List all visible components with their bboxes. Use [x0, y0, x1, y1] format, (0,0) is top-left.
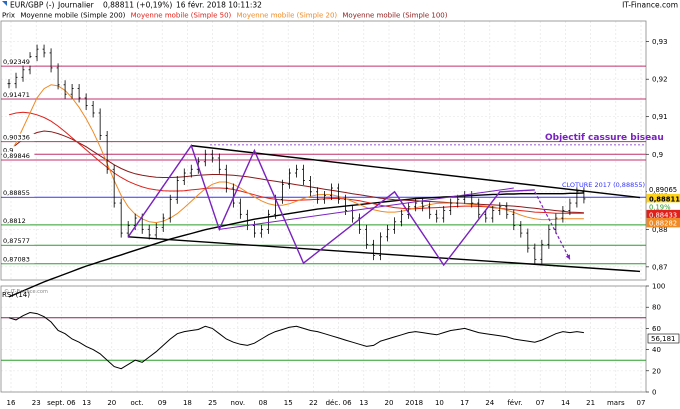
rsi-y-tick-label: 60 — [652, 325, 661, 333]
rsi-y-tick-label: 80 — [652, 304, 661, 312]
eurgbp-chart: 0,92349 0,91471 0,90336 0,9 0,89846 0,88855 0,… — [0, 0, 680, 409]
value-label: 0,88282 — [649, 219, 677, 227]
header-datetime: 16 févr. 2018 10:11:32 — [176, 1, 262, 10]
y-tick-label: 0,91 — [652, 113, 668, 121]
y-tick-label: 0,93 — [652, 38, 668, 46]
value-label: 0,89065 — [649, 186, 677, 194]
x-tick-label: 2018 — [405, 399, 423, 407]
rsi-value-label: 56,181 — [651, 335, 676, 343]
legend-prix: Prix — [2, 12, 15, 20]
rsi-y-tick-label: 20 — [652, 367, 661, 375]
x-tick-label: 15 — [284, 399, 293, 407]
level-label: 0,87083 — [3, 256, 30, 264]
x-tick-label: 23 — [32, 399, 41, 407]
x-tick-label: 17 — [460, 399, 469, 407]
x-tick-label: oct. — [130, 399, 143, 407]
legend-row: Prix Moyenne mobile (Simple 200) Moyenne… — [2, 12, 448, 20]
x-tick-label: nov. — [231, 399, 246, 407]
header-brand: IT-Finance.com — [622, 1, 678, 10]
x-tick-label: 14 — [561, 399, 570, 407]
x-tick-label: 22 — [309, 399, 318, 407]
x-tick-label: 09 — [158, 399, 167, 407]
right-value-labels: 0,890650,888110,19%0,884330,88282 — [646, 184, 680, 228]
x-tick-label: 13 — [82, 399, 91, 407]
legend-sma20: Moyenne mobile (Simple 20) — [237, 12, 338, 20]
x-tick-label: 08 — [259, 399, 268, 407]
x-tick-label: 07 — [536, 399, 545, 407]
rsi-y-tick-label: 100 — [652, 283, 665, 291]
cloture-label: CLOTURE 2017 (0,88855) — [562, 181, 645, 189]
x-tick-label: sept. 06 — [47, 399, 76, 407]
header-period: Journalier — [57, 1, 95, 10]
x-tick-label: 21 — [586, 399, 595, 407]
legend-sma200: Moyenne mobile (Simple 200) — [20, 12, 125, 20]
header-quote: 0,88811 (+0,19%) — [103, 1, 172, 10]
level-label: 0,89846 — [3, 152, 30, 160]
x-tick-label: 25 — [208, 399, 217, 407]
value-label: 0,88811 — [649, 195, 680, 203]
x-tick-label: 10 — [435, 399, 444, 407]
y-tick-label: 0,92 — [652, 76, 668, 84]
y-tick-label: 0,87 — [652, 263, 668, 271]
level-label: 0,8812 — [3, 217, 26, 225]
x-tick-label: 24 — [485, 399, 494, 407]
objective-label: Objectif cassure biseau — [545, 133, 664, 143]
level-label: 0,87577 — [3, 237, 30, 245]
header-instrument: EUR/GBP (-) — [10, 1, 54, 10]
x-tick-label: mars — [607, 399, 625, 407]
x-tick-label: 07 — [637, 399, 646, 407]
level-label: 0,92349 — [3, 58, 30, 66]
x-tick-label: 20 — [107, 399, 116, 407]
legend-sma100: Moyenne mobile (Simple 100) — [342, 12, 447, 20]
level-label: 0,90336 — [3, 134, 30, 142]
rsi-title: RSI (14) — [2, 291, 30, 299]
rsi-y-tick-label: 40 — [652, 346, 661, 354]
level-label: 0,91471 — [3, 91, 30, 99]
y-tick-label: 0,9 — [652, 151, 663, 159]
x-tick-label: févr. — [507, 399, 522, 407]
rsi-y-tick-label: 0 — [652, 389, 656, 397]
x-tick-label: 13 — [359, 399, 368, 407]
legend-sma50: Moyenne mobile (Simple 50) — [131, 12, 232, 20]
x-tick-label: déc. 06 — [326, 399, 353, 407]
x-tick-label: 16 — [7, 399, 16, 407]
x-tick-label: 20 — [385, 399, 394, 407]
header-bar — [0, 0, 680, 9]
x-tick-label: 18 — [183, 399, 192, 407]
level-label: 0,88855 — [3, 189, 30, 197]
